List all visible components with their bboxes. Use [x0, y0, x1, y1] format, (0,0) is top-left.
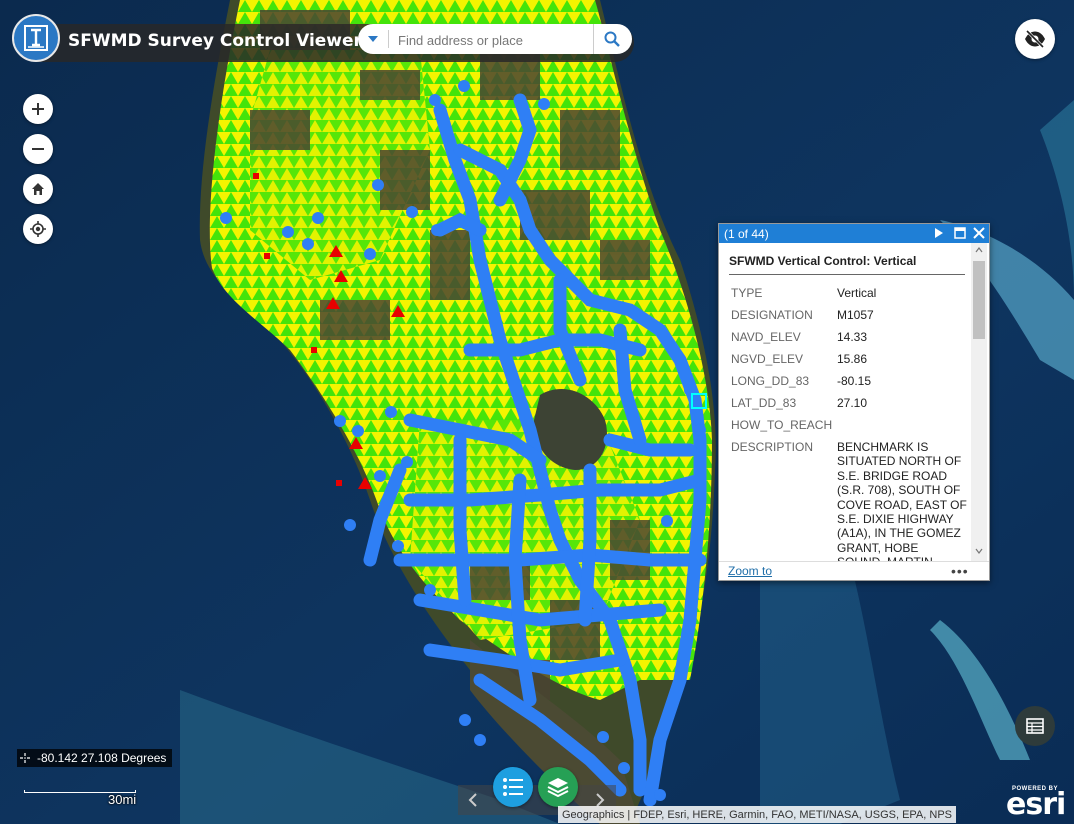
attribute-value: 27.10	[837, 396, 868, 410]
attribute-row: LAT_DD_83 27.10	[731, 393, 967, 415]
attribute-name: HOW_TO_REACH	[731, 418, 833, 432]
attribute-row: DESCRIPTION BENCHMARK IS SITUATED NORTH …	[731, 437, 967, 561]
scroll-down-icon[interactable]	[975, 548, 983, 554]
search-source-dropdown[interactable]	[358, 24, 388, 54]
legend-list-icon	[503, 778, 523, 796]
visibility-toggle-button[interactable]	[1015, 19, 1055, 59]
legend-button[interactable]	[493, 767, 533, 807]
coordinate-readout[interactable]: -80.142 27.108 Degrees	[17, 749, 173, 767]
popup-title: SFWMD Vertical Control: Vertical	[729, 254, 965, 275]
benchmark-logo-icon	[12, 14, 60, 62]
zoom-out-icon	[32, 148, 44, 150]
attribute-value: BENCHMARK IS SITUATED NORTH OF S.E. BRID…	[837, 440, 967, 561]
search-widget	[358, 24, 632, 54]
attribute-name: NAVD_ELEV	[731, 330, 801, 344]
zoom-to-link[interactable]: Zoom to	[728, 564, 772, 578]
attribute-row: LONG_DD_83 -80.15	[731, 371, 967, 393]
coordinate-text: -80.142 27.108 Degrees	[37, 751, 167, 765]
prev-widget-button[interactable]	[461, 788, 485, 812]
popup-scrollbar[interactable]	[971, 243, 987, 561]
more-actions-button[interactable]: •••	[951, 563, 969, 579]
attribute-value	[837, 415, 967, 437]
popup-footer: Zoom to •••	[719, 561, 989, 581]
caret-down-icon	[368, 36, 378, 42]
app-header: SFWMD Survey Control Viewer	[12, 14, 634, 62]
zoom-in-button[interactable]	[23, 94, 53, 124]
popup-header: (1 of 44)	[719, 224, 989, 243]
attribute-row: HOW_TO_REACH	[731, 415, 967, 437]
popup-feature-count: (1 of 44)	[724, 227, 769, 241]
attribute-row: DESIGNATION M1057	[731, 305, 967, 327]
layers-icon	[547, 778, 569, 797]
popup-content: SFWMD Vertical Control: Vertical TYPE Ve…	[719, 243, 971, 561]
locate-icon	[30, 221, 46, 237]
attribute-row: TYPE Vertical	[731, 283, 967, 305]
crosshair-icon[interactable]	[17, 749, 33, 767]
attribute-name: NGVD_ELEV	[731, 352, 804, 366]
attribute-value: Vertical	[837, 286, 877, 300]
attribute-name: DESCRIPTION	[731, 440, 814, 454]
search-icon	[604, 31, 620, 47]
locate-button[interactable]	[23, 214, 53, 244]
attribute-row: NAVD_ELEV 14.33	[731, 327, 967, 349]
scale-label: 30mi	[108, 792, 137, 807]
zoom-in-icon	[32, 103, 44, 115]
attribute-value: -80.15	[837, 374, 872, 388]
attribute-name: LONG_DD_83	[731, 374, 810, 388]
next-feature-icon[interactable]	[933, 226, 945, 240]
attribute-name: LAT_DD_83	[731, 396, 797, 410]
search-input[interactable]	[396, 28, 590, 52]
scroll-thumb[interactable]	[973, 261, 985, 339]
esri-wordmark: esri	[1006, 787, 1066, 822]
attribute-name: DESIGNATION	[731, 308, 813, 322]
attribute-table: TYPE Vertical DESIGNATION M1057 NAVD_ELE…	[731, 283, 967, 561]
attribute-name: TYPE	[731, 286, 763, 300]
chevron-left-icon	[468, 793, 477, 807]
zoom-out-button[interactable]	[23, 134, 53, 164]
maximize-icon[interactable]	[954, 227, 966, 239]
attribute-value: 14.33	[837, 330, 868, 344]
app-title: SFWMD Survey Control Viewer	[68, 31, 362, 51]
attribute-row: NGVD_ELEV 15.86	[731, 349, 967, 371]
attribute-table-button[interactable]	[1015, 706, 1055, 746]
map-attribution[interactable]: Geographics | FDEP, Esri, HERE, Garmin, …	[558, 806, 957, 823]
attribute-value: M1057	[837, 308, 874, 322]
scroll-up-icon[interactable]	[975, 247, 983, 253]
esri-logo[interactable]: POWERED BY esri	[1004, 784, 1066, 820]
attribute-value: 15.86	[837, 352, 868, 366]
home-icon	[32, 183, 44, 195]
scale-bar: 30mi	[24, 788, 138, 807]
close-icon[interactable]	[972, 226, 986, 240]
search-button[interactable]	[593, 24, 630, 54]
home-button[interactable]	[23, 174, 53, 204]
table-icon	[1026, 718, 1044, 734]
feature-popup: (1 of 44) SFWMD Vertical Control: Vertic…	[718, 223, 990, 581]
layers-button[interactable]	[538, 767, 578, 807]
search-separator	[388, 30, 389, 48]
chevron-right-icon	[596, 793, 605, 807]
eye-slash-icon	[1025, 30, 1045, 48]
